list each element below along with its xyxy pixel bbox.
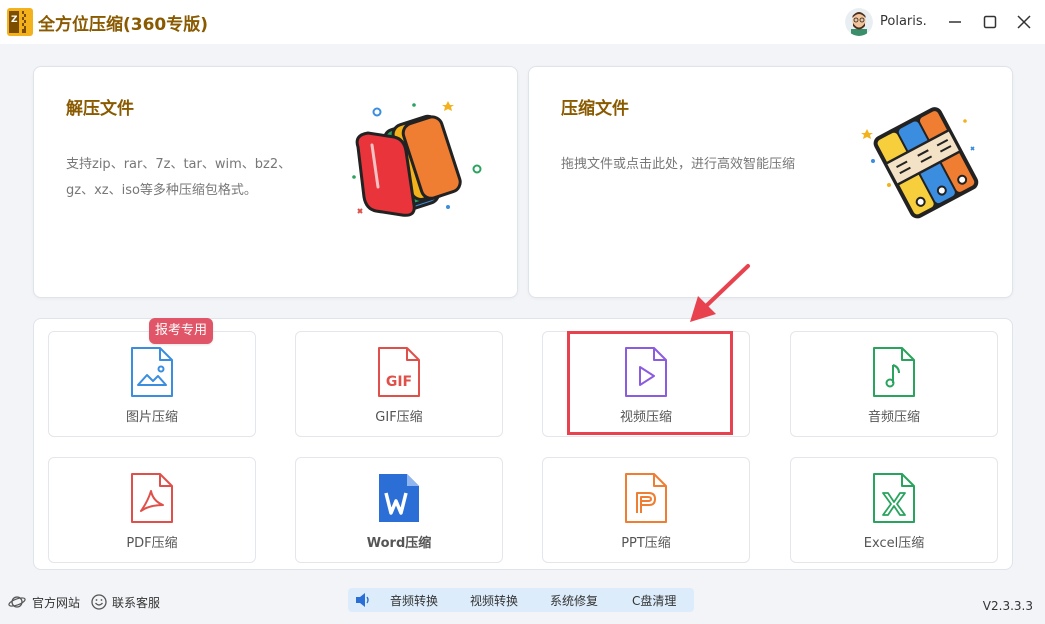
minimize-icon[interactable] (945, 12, 965, 32)
video-convert-link[interactable]: 视频转换 (470, 592, 518, 609)
username[interactable]: Polaris. (880, 14, 927, 29)
app-title: 全方位压缩(360专版) (38, 15, 209, 35)
svg-text:Z: Z (11, 15, 18, 25)
svg-text:GIF: GIF (386, 374, 412, 390)
tile-excel-compress[interactable]: Excel压缩 (790, 457, 998, 563)
customer-service-icon (91, 594, 107, 610)
tile-label: Excel压缩 (863, 536, 925, 551)
speaker-icon (356, 593, 369, 607)
avatar-icon (845, 8, 873, 36)
c-drive-clean-link[interactable]: C盘清理 (632, 592, 676, 609)
excel-file-icon (873, 473, 915, 523)
app-logo-icon: Z (7, 8, 33, 36)
pointer-arrow-icon (690, 264, 750, 322)
title-bar: Z 全方位压缩(360专版) Polaris. (0, 0, 1045, 44)
tile-ppt-compress[interactable]: PPT压缩 (542, 457, 750, 563)
tile-audio-compress[interactable]: 音频压缩 (790, 331, 998, 437)
extract-card-title: 解压文件 (66, 99, 134, 119)
archive-books-illustration (861, 107, 979, 219)
audio-convert-link[interactable]: 音频转换 (390, 592, 438, 609)
tile-gif-compress[interactable]: GIF GIF压缩 (295, 331, 503, 437)
image-file-icon (131, 347, 173, 397)
ppt-file-icon (625, 473, 667, 523)
extract-card[interactable]: 解压文件 支持zip、rar、7z、tar、wim、bz2、gz、xz、iso等… (33, 66, 518, 298)
official-website-link[interactable]: 官方网站 (32, 594, 80, 611)
quick-tools-strip: 音频转换 视频转换 系统修复 C盘清理 (348, 588, 694, 612)
compress-card-title: 压缩文件 (561, 99, 629, 119)
version-label: V2.3.3.3 (982, 599, 1033, 613)
system-repair-link[interactable]: 系统修复 (550, 592, 598, 609)
tile-label: 音频压缩 (867, 410, 920, 425)
video-compress-highlight (567, 331, 733, 435)
pdf-file-icon (131, 473, 173, 523)
word-file-icon (379, 474, 419, 522)
customer-service-link[interactable]: 联系客服 (112, 594, 160, 611)
maximize-icon[interactable] (980, 12, 1000, 32)
tile-label: PDF压缩 (126, 536, 178, 551)
planet-icon (8, 596, 26, 608)
close-icon[interactable] (1014, 12, 1034, 32)
tile-word-compress[interactable]: Word压缩 (295, 457, 503, 563)
tile-label: GIF压缩 (375, 410, 423, 425)
compress-card-desc: 拖拽文件或点击此处，进行高效智能压缩 (561, 157, 796, 172)
extract-card-desc: 支持zip、rar、7z、tar、wim、bz2、gz、xz、iso等多种压缩包… (66, 157, 292, 198)
gif-file-icon: GIF (378, 347, 420, 397)
exam-badge: 报考专用 (149, 318, 214, 344)
folder-files-illustration (352, 101, 482, 217)
audio-file-icon (873, 347, 915, 397)
avatar[interactable] (845, 8, 873, 36)
tile-label: 图片压缩 (125, 410, 178, 425)
tile-label: Word压缩 (366, 536, 432, 551)
tile-image-compress[interactable]: 图片压缩 (48, 331, 256, 437)
tile-label: PPT压缩 (621, 536, 671, 551)
tile-pdf-compress[interactable]: PDF压缩 (48, 457, 256, 563)
compress-card[interactable]: 压缩文件 拖拽文件或点击此处，进行高效智能压缩 (528, 66, 1013, 298)
